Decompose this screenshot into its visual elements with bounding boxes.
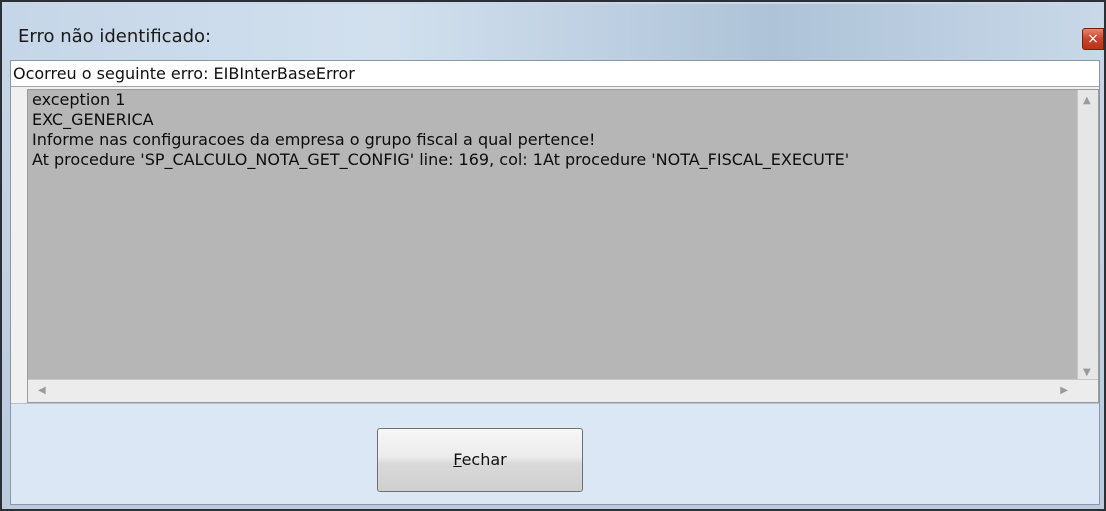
- memo-line: At procedure 'SP_CALCULO_NOTA_GET_CONFIG…: [32, 150, 850, 169]
- error-details-memo[interactable]: exception 1 EXC_GENERICA Informe nas con…: [27, 89, 1099, 403]
- scroll-up-icon[interactable]: ▲: [1083, 96, 1091, 106]
- window-title: Erro não identificado:: [18, 26, 212, 47]
- error-dialog: Erro não identificado: × Ocorreu o segui…: [0, 0, 1106, 511]
- button-bar: Fechar: [11, 403, 1099, 504]
- memo-line: exception 1: [32, 90, 126, 109]
- vertical-scrollbar[interactable]: ▲ ▼: [1077, 90, 1098, 382]
- error-summary-label: Ocorreu o seguinte erro: EIBInterBaseErr…: [11, 61, 1099, 87]
- horizontal-scrollbar[interactable]: ◀ ▶: [28, 379, 1098, 402]
- close-button-label: echar: [461, 450, 507, 469]
- dialog-body: Ocorreu o seguinte erro: EIBInterBaseErr…: [10, 60, 1100, 505]
- error-details-text: exception 1 EXC_GENERICA Informe nas con…: [32, 90, 1078, 382]
- close-icon[interactable]: ×: [1082, 28, 1104, 50]
- scroll-left-icon[interactable]: ◀: [38, 386, 46, 396]
- memo-line: Informe nas configuracoes da empresa o g…: [32, 130, 596, 149]
- title-bar[interactable]: Erro não identificado: ×: [4, 4, 1104, 60]
- memo-line: EXC_GENERICA: [32, 110, 154, 129]
- scroll-right-icon[interactable]: ▶: [1060, 386, 1068, 396]
- close-button-accel: F: [453, 450, 462, 469]
- close-button[interactable]: Fechar: [377, 428, 583, 492]
- scroll-down-icon[interactable]: ▼: [1083, 368, 1091, 378]
